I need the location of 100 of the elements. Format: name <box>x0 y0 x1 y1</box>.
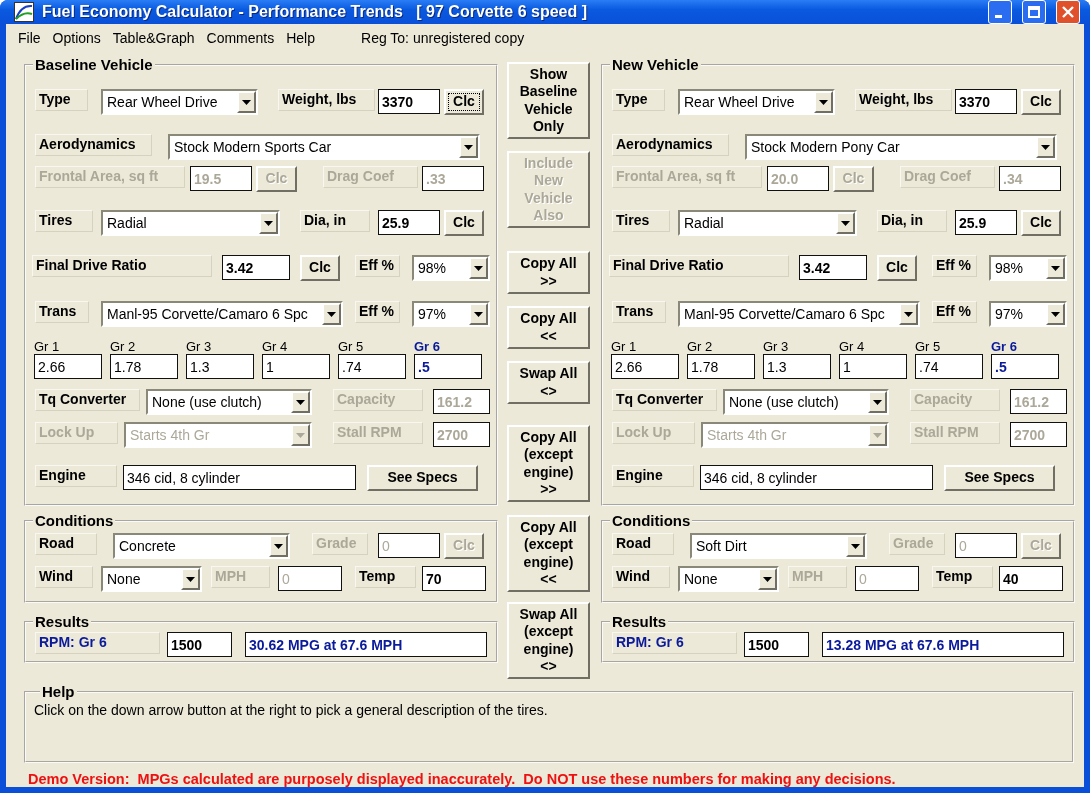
gear-input[interactable]: 1 <box>839 354 907 379</box>
input-field[interactable]: 25.9 <box>955 210 1017 235</box>
dropdown[interactable]: Manl-95 Corvette/Camaro 6 Spc <box>101 301 343 327</box>
gear-input[interactable]: 2.66 <box>34 354 102 379</box>
menu-item[interactable]: File <box>12 30 47 46</box>
action-button[interactable]: See Specs <box>367 465 478 491</box>
field-label: Aerodynamics <box>35 134 152 156</box>
field-label: Final Drive Ratio <box>609 255 789 277</box>
dropdown[interactable]: Rear Wheel Drive <box>101 89 258 115</box>
input-field[interactable]: 3.42 <box>799 255 867 280</box>
action-button[interactable]: Clc <box>1021 89 1061 115</box>
dropdown[interactable]: Radial <box>678 210 857 236</box>
maximize-button[interactable] <box>1022 0 1046 24</box>
caret-icon <box>464 144 473 150</box>
dropdown-button[interactable] <box>459 136 478 158</box>
gear-input[interactable]: .5 <box>991 354 1059 379</box>
dropdown[interactable]: Rear Wheel Drive <box>678 89 835 115</box>
transfer-button[interactable]: Copy All << <box>507 306 590 349</box>
input-field[interactable]: 40 <box>999 566 1063 591</box>
field-label: Temp <box>932 566 993 588</box>
input-field[interactable]: 3370 <box>378 89 440 114</box>
field-label: Trans <box>612 301 666 323</box>
dropdown[interactable]: Soft Dirt <box>690 533 867 559</box>
dropdown-button[interactable] <box>868 391 887 413</box>
dropdown-button[interactable] <box>291 391 310 413</box>
gear-input[interactable]: 1.3 <box>186 354 254 379</box>
dropdown-button[interactable] <box>181 568 200 590</box>
dropdown[interactable]: None <box>101 566 202 592</box>
dropdown[interactable]: Stock Modern Sports Car <box>168 134 480 160</box>
dropdown-button[interactable] <box>899 303 918 325</box>
transfer-button[interactable]: Show Baseline Vehicle Only <box>507 62 590 139</box>
dropdown-button[interactable] <box>322 303 341 325</box>
field-label: Aerodynamics <box>612 134 729 156</box>
transfer-button[interactable]: Swap All (except engine) <> <box>507 602 590 679</box>
dropdown[interactable]: 97% <box>412 301 490 327</box>
gear-input[interactable]: 2.66 <box>611 354 679 379</box>
input-field[interactable]: 3370 <box>955 89 1017 114</box>
input-field[interactable]: 346 cid, 8 cylinder <box>700 465 933 490</box>
dropdown-button[interactable] <box>469 257 488 279</box>
input-field[interactable]: 25.9 <box>378 210 440 235</box>
gear-input[interactable]: 1.78 <box>110 354 178 379</box>
caret-icon <box>873 432 882 438</box>
field-label: Drag Coef <box>900 166 995 188</box>
dropdown[interactable]: Radial <box>101 210 280 236</box>
dropdown-button[interactable] <box>269 535 288 557</box>
input-field[interactable]: 70 <box>422 566 486 591</box>
dropdown[interactable]: Stock Modern Pony Car <box>745 134 1057 160</box>
transfer-button[interactable]: Copy All (except engine) << <box>507 515 590 592</box>
caret-icon <box>763 576 772 582</box>
field-label: Lock Up <box>35 422 118 444</box>
action-button[interactable]: Clc <box>444 210 484 236</box>
dropdown-button[interactable] <box>1046 257 1065 279</box>
dropdown[interactable]: None (use clutch) <box>146 389 312 415</box>
dropdown-button[interactable] <box>758 568 777 590</box>
transfer-button[interactable]: Swap All <> <box>507 361 590 404</box>
menu-item[interactable]: Table&Graph <box>106 30 201 46</box>
menu-item[interactable]: Comments <box>200 30 281 46</box>
dropdown-button[interactable] <box>836 212 855 234</box>
minimize-button[interactable] <box>988 0 1012 24</box>
field-label: Drag Coef <box>323 166 418 188</box>
action-button[interactable]: See Specs <box>944 465 1055 491</box>
transfer-button[interactable]: Copy All (except engine) >> <box>507 425 590 502</box>
action-button[interactable]: Clc <box>300 255 340 281</box>
transfer-button[interactable]: Copy All >> <box>507 251 590 294</box>
dropdown[interactable]: 97% <box>989 301 1067 327</box>
menu-item[interactable]: Options <box>46 30 107 46</box>
input-field[interactable]: 1500 <box>167 632 232 657</box>
action-button[interactable]: Clc <box>877 255 917 281</box>
dropdown-button[interactable] <box>814 91 833 113</box>
group-title: Baseline Vehicle <box>34 56 154 73</box>
dropdown-button[interactable] <box>237 91 256 113</box>
dropdown[interactable]: 98% <box>412 255 490 281</box>
dropdown[interactable]: 98% <box>989 255 1067 281</box>
dropdown[interactable]: Concrete <box>113 533 290 559</box>
gear-input[interactable]: .74 <box>338 354 406 379</box>
gear-input[interactable]: 1.78 <box>687 354 755 379</box>
gear-input[interactable]: 1.3 <box>763 354 831 379</box>
dropdown-button[interactable] <box>469 303 488 325</box>
close-button[interactable] <box>1056 0 1080 24</box>
menu-item[interactable]: Help <box>280 30 321 46</box>
field-label: Capacity <box>333 389 423 411</box>
dropdown[interactable]: Manl-95 Corvette/Camaro 6 Spc <box>678 301 920 327</box>
dropdown[interactable]: None <box>678 566 779 592</box>
dropdown-button[interactable] <box>1046 303 1065 325</box>
field-label: Engine <box>35 465 117 487</box>
dropdown-button[interactable] <box>1036 136 1055 158</box>
input-field[interactable]: 3.42 <box>222 255 290 280</box>
field-label: Eff % <box>355 255 400 277</box>
dropdown-button[interactable] <box>259 212 278 234</box>
gear-input[interactable]: 1 <box>262 354 330 379</box>
dropdown-button[interactable] <box>846 535 865 557</box>
gear-label: Gr 3 <box>186 340 213 354</box>
caret-icon <box>327 311 336 317</box>
action-button[interactable]: Clc <box>1021 210 1061 236</box>
input-field[interactable]: 346 cid, 8 cylinder <box>123 465 356 490</box>
action-button[interactable]: Clc <box>444 89 484 115</box>
dropdown[interactable]: None (use clutch) <box>723 389 889 415</box>
gear-input[interactable]: .5 <box>414 354 482 379</box>
input-field[interactable]: 1500 <box>744 632 809 657</box>
gear-input[interactable]: .74 <box>915 354 983 379</box>
